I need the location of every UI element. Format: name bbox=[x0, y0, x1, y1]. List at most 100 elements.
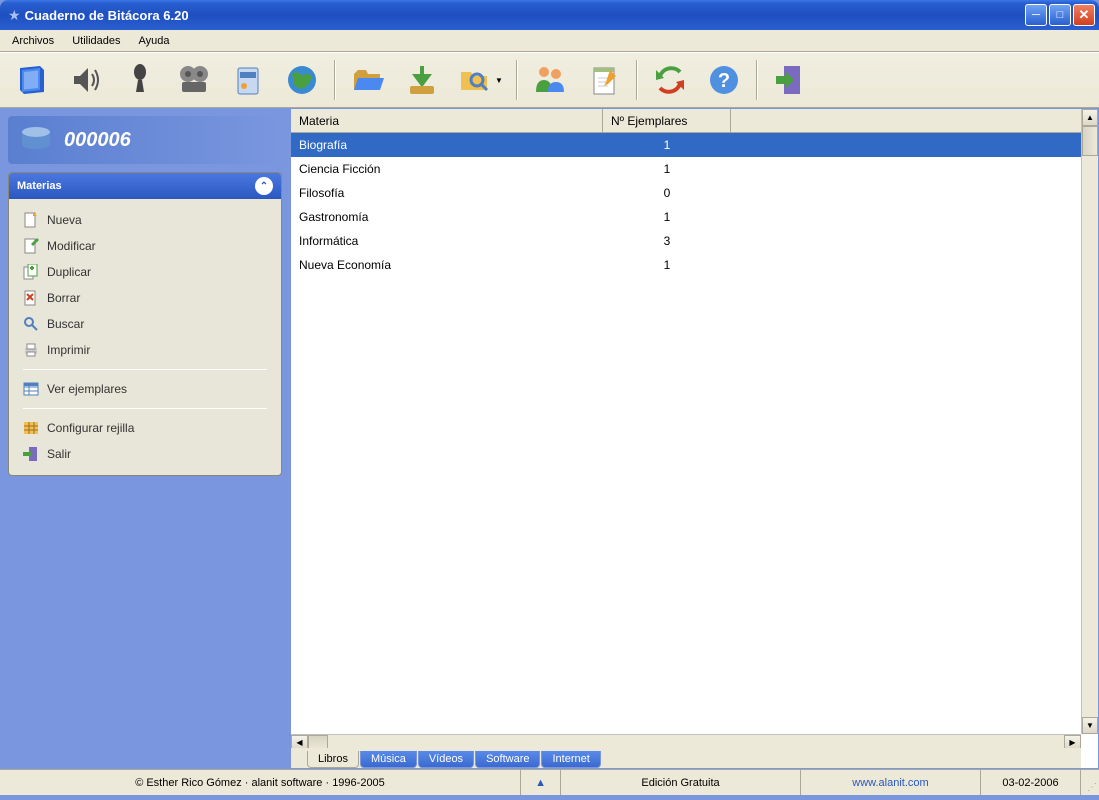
status-copyright: © Esther Rico Gómez · alanit software · … bbox=[0, 770, 521, 795]
door-exit-icon bbox=[772, 62, 808, 98]
column-materia[interactable]: Materia bbox=[291, 109, 603, 132]
refresh-button[interactable] bbox=[646, 59, 694, 101]
help-icon: ? bbox=[706, 62, 742, 98]
cell-materia: Gastronomía bbox=[291, 210, 603, 224]
sidebar-item-imprimir[interactable]: Imprimir bbox=[13, 337, 277, 363]
resize-grip[interactable]: ⋰ bbox=[1081, 770, 1099, 795]
download-icon bbox=[404, 62, 440, 98]
column-ejemplares[interactable]: Nº Ejemplares bbox=[603, 109, 731, 132]
scroll-thumb[interactable] bbox=[1082, 126, 1098, 156]
edit-icon bbox=[23, 238, 39, 254]
scroll-up-button[interactable]: ▲ bbox=[1082, 109, 1098, 126]
menubar: Archivos Utilidades Ayuda bbox=[0, 30, 1099, 52]
table-row[interactable]: Filosofía0 bbox=[291, 181, 1098, 205]
sidebar-item-modificar[interactable]: Modificar bbox=[13, 233, 277, 259]
separator bbox=[334, 60, 336, 100]
collapse-button[interactable]: ⌃ bbox=[255, 177, 273, 195]
film-button[interactable] bbox=[170, 59, 218, 101]
speaker-icon bbox=[68, 62, 104, 98]
microphone-icon bbox=[122, 62, 158, 98]
film-icon bbox=[176, 62, 212, 98]
notepad-icon bbox=[586, 62, 622, 98]
status-date: 03-02-2006 bbox=[981, 770, 1081, 795]
search-folder-button[interactable]: ▼ bbox=[452, 59, 508, 101]
menu-ayuda[interactable]: Ayuda bbox=[131, 33, 178, 49]
tab-vídeos[interactable]: Vídeos bbox=[418, 751, 474, 768]
divider bbox=[23, 408, 267, 409]
status-url-link[interactable]: www.alanit.com bbox=[852, 777, 928, 789]
table-row[interactable]: Gastronomía1 bbox=[291, 205, 1098, 229]
table-row[interactable]: Nueva Economía1 bbox=[291, 253, 1098, 277]
sidebar-item-nueva[interactable]: Nueva bbox=[13, 207, 277, 233]
microphone-button[interactable] bbox=[116, 59, 164, 101]
software-button[interactable] bbox=[224, 59, 272, 101]
cell-materia: Biografía bbox=[291, 138, 603, 152]
globe-button[interactable] bbox=[278, 59, 326, 101]
cell-count: 1 bbox=[603, 210, 731, 224]
table-row[interactable]: Informática3 bbox=[291, 229, 1098, 253]
print-icon bbox=[23, 342, 39, 358]
menu-utilidades[interactable]: Utilidades bbox=[64, 33, 128, 49]
download-button[interactable] bbox=[398, 59, 446, 101]
speaker-button[interactable] bbox=[62, 59, 110, 101]
bottom-tabs: LibrosMúsicaVídeosSoftwareInternet bbox=[291, 748, 1081, 768]
sidebar-item-ver-ejemplares[interactable]: Ver ejemplares bbox=[13, 376, 277, 402]
cell-materia: Ciencia Ficción bbox=[291, 162, 603, 176]
duplicate-icon bbox=[23, 264, 39, 280]
cell-materia: Informática bbox=[291, 234, 603, 248]
close-button[interactable]: ✕ bbox=[1073, 4, 1095, 26]
separator bbox=[756, 60, 758, 100]
cell-count: 1 bbox=[603, 138, 731, 152]
sidebar-item-duplicar[interactable]: Duplicar bbox=[13, 259, 277, 285]
sidebar-item-borrar[interactable]: Borrar bbox=[13, 285, 277, 311]
users-icon bbox=[532, 62, 568, 98]
book-button[interactable] bbox=[8, 59, 56, 101]
tab-libros[interactable]: Libros bbox=[307, 751, 359, 768]
tab-música[interactable]: Música bbox=[360, 751, 417, 768]
divider bbox=[23, 369, 267, 370]
sidebar-item-buscar[interactable]: Buscar bbox=[13, 311, 277, 337]
folder-open-icon bbox=[350, 62, 386, 98]
book-icon bbox=[14, 62, 50, 98]
help-button[interactable]: ? bbox=[700, 59, 748, 101]
titlebar: ★ Cuaderno de Bitácora 6.20 ─ □ ✕ bbox=[0, 0, 1099, 30]
globe-icon bbox=[284, 62, 320, 98]
window-title: Cuaderno de Bitácora 6.20 bbox=[25, 8, 1025, 23]
content-area: Materia Nº Ejemplares Biografía1Ciencia … bbox=[290, 108, 1099, 769]
cell-materia: Filosofía bbox=[291, 186, 603, 200]
toolbar: ▼ ? bbox=[0, 52, 1099, 108]
separator bbox=[636, 60, 638, 100]
minimize-button[interactable]: ─ bbox=[1025, 4, 1047, 26]
panel-header: Materias ⌃ bbox=[9, 173, 281, 199]
svg-text:?: ? bbox=[718, 70, 730, 92]
scroll-down-button[interactable]: ▼ bbox=[1082, 717, 1098, 734]
vertical-scrollbar[interactable]: ▲ ▼ bbox=[1081, 109, 1098, 734]
cell-count: 3 bbox=[603, 234, 731, 248]
exit-button[interactable] bbox=[766, 59, 814, 101]
status-edition: Edición Gratuita bbox=[561, 770, 801, 795]
new-icon bbox=[23, 212, 39, 228]
status-arrow[interactable]: ▲ bbox=[521, 770, 561, 795]
maximize-button[interactable]: □ bbox=[1049, 4, 1071, 26]
sidebar-item-salir[interactable]: Salir bbox=[13, 441, 277, 467]
config-grid-icon bbox=[23, 420, 39, 436]
tab-internet[interactable]: Internet bbox=[541, 751, 600, 768]
notepad-button[interactable] bbox=[580, 59, 628, 101]
grid-icon bbox=[23, 381, 39, 397]
panel-title: Materias bbox=[17, 180, 62, 192]
users-button[interactable] bbox=[526, 59, 574, 101]
table-row[interactable]: Biografía1 bbox=[291, 133, 1098, 157]
separator bbox=[516, 60, 518, 100]
menu-archivos[interactable]: Archivos bbox=[4, 33, 62, 49]
tab-software[interactable]: Software bbox=[475, 751, 540, 768]
cell-count: 1 bbox=[603, 162, 731, 176]
counter-value: 000006 bbox=[64, 129, 131, 152]
grid-header: Materia Nº Ejemplares bbox=[291, 109, 1098, 133]
table-row[interactable]: Ciencia Ficción1 bbox=[291, 157, 1098, 181]
sidebar-item-configurar[interactable]: Configurar rejilla bbox=[13, 415, 277, 441]
refresh-icon bbox=[652, 62, 688, 98]
folder-button[interactable] bbox=[344, 59, 392, 101]
sidebar: 000006 Materias ⌃ Nueva Modificar Duplic… bbox=[0, 108, 290, 769]
materias-panel: Materias ⌃ Nueva Modificar Duplicar bbox=[8, 172, 282, 476]
cell-count: 1 bbox=[603, 258, 731, 272]
